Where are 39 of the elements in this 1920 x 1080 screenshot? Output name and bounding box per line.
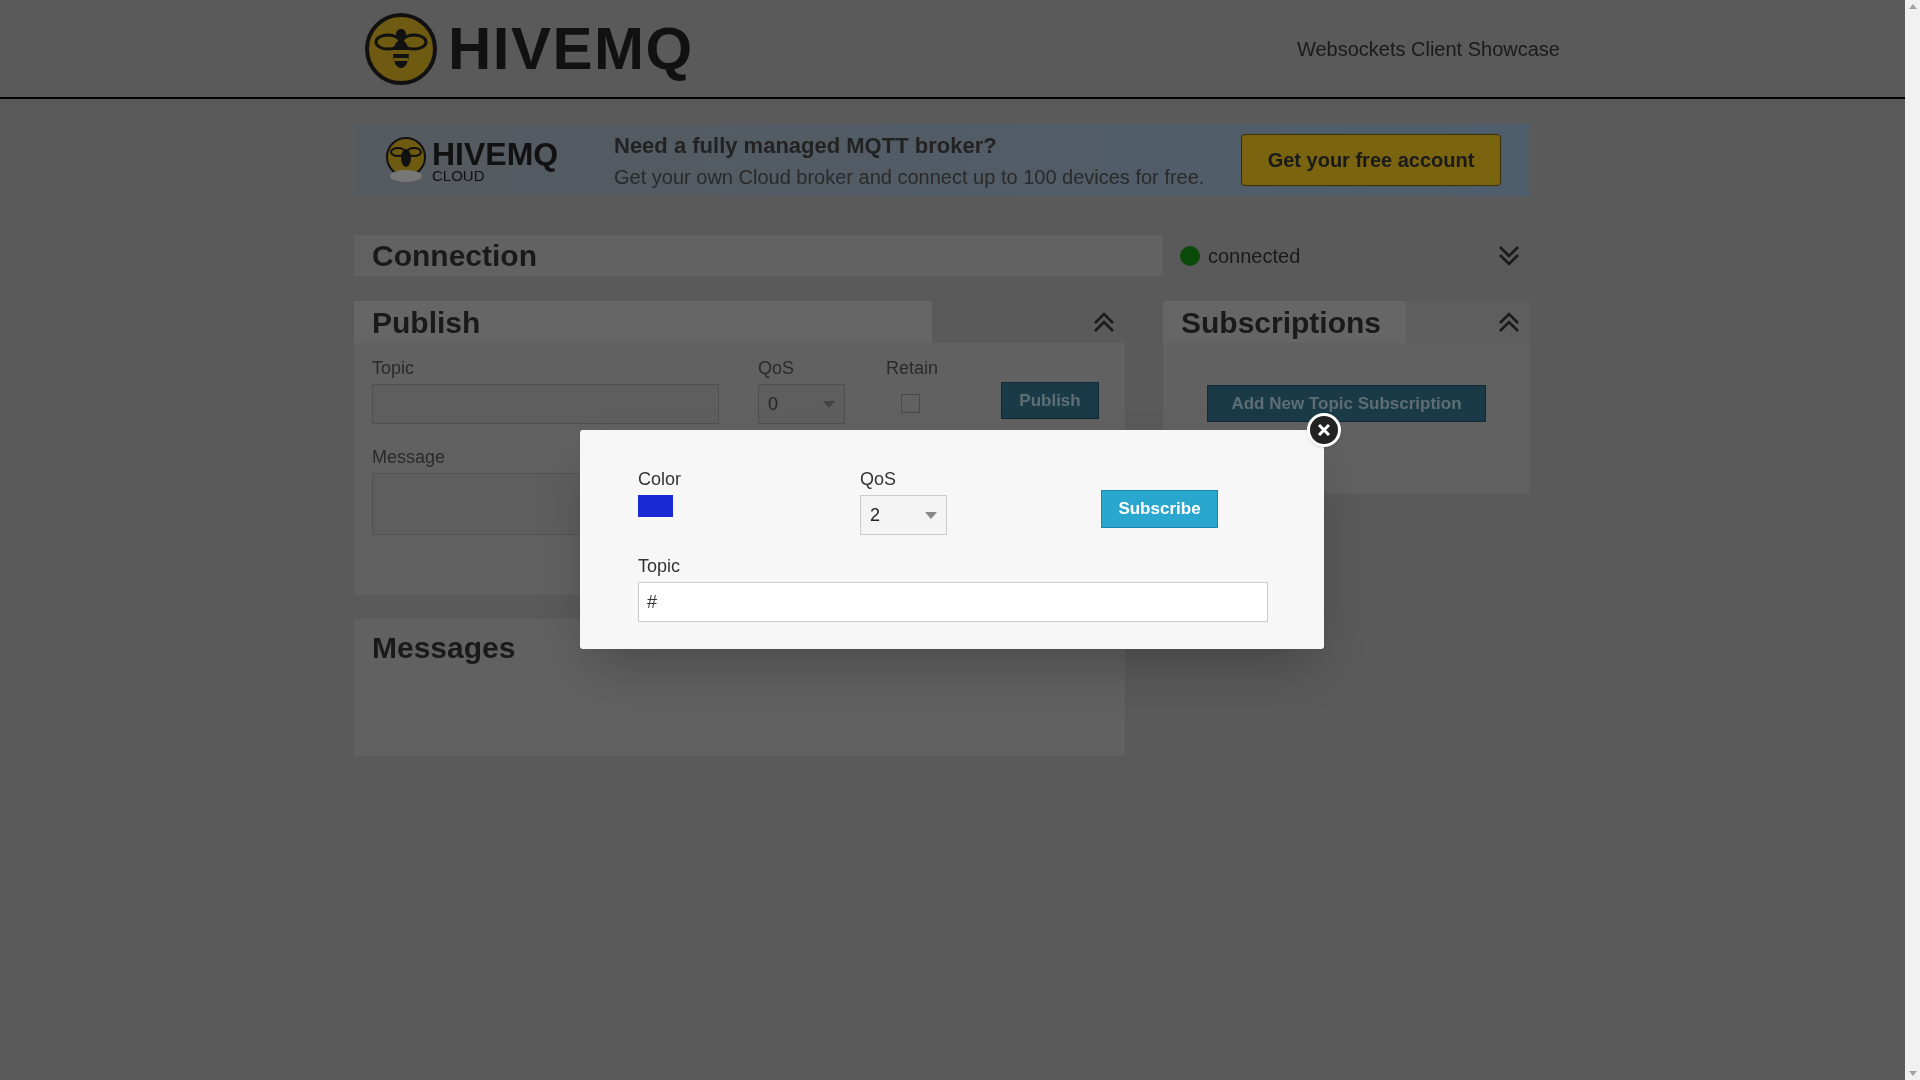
dropdown-caret-icon [925,511,937,519]
field-label: Retain [886,357,940,380]
color-swatch[interactable] [638,495,673,517]
field-label: Color [638,468,681,491]
subscriptions-title: Subscriptions [1181,304,1382,341]
messages-title: Messages [372,631,516,664]
nav-title[interactable]: Websockets Client Showcase [1296,33,1560,64]
subscribe-button[interactable]: Subscribe [1101,490,1218,528]
field-label: QoS [758,357,796,380]
publish-title: Publish [372,304,481,341]
cloud-logo-wordmark: HIVEMQ [432,137,559,170]
scroll-down-icon[interactable] [1908,1071,1917,1076]
qos-select[interactable]: 2 [860,495,947,535]
close-icon [1318,424,1330,436]
bee-logo-icon [364,11,438,86]
field-label: Message [372,446,447,469]
topic-input[interactable]: # [638,582,1268,622]
field-label: Topic [638,555,681,578]
field-label: Topic [372,357,416,380]
connection-header[interactable]: Connection [354,235,1163,276]
collapse-chevron-icon[interactable] [1093,310,1115,334]
dropdown-caret-icon [823,400,835,408]
qos-select[interactable]: 0 [758,384,845,424]
connection-status: connected [1208,243,1301,269]
expand-chevron-icon[interactable] [1498,244,1520,267]
bee-cloud-icon [384,136,428,184]
banner-headline: Need a fully managed MQTT broker? [614,131,998,160]
banner-text: Get your own Cloud broker and connect up to 100 devices for free. [614,164,1205,190]
publish-button[interactable]: Publish [1001,382,1099,419]
cloud-logo-subtext: CLOUD [432,167,485,183]
scrollbar[interactable] [1905,0,1920,1080]
retain-checkbox[interactable] [901,394,920,413]
free-account-button[interactable]: Get your free account [1241,134,1501,186]
logo-wordmark: HIVEMQ [448,18,694,79]
scroll-up-icon[interactable] [1908,4,1917,9]
collapse-chevron-icon[interactable] [1498,310,1520,334]
connection-title: Connection [372,238,537,274]
add-subscription-button[interactable]: Add New Topic Subscription [1207,385,1486,422]
field-label: QoS [860,468,897,491]
